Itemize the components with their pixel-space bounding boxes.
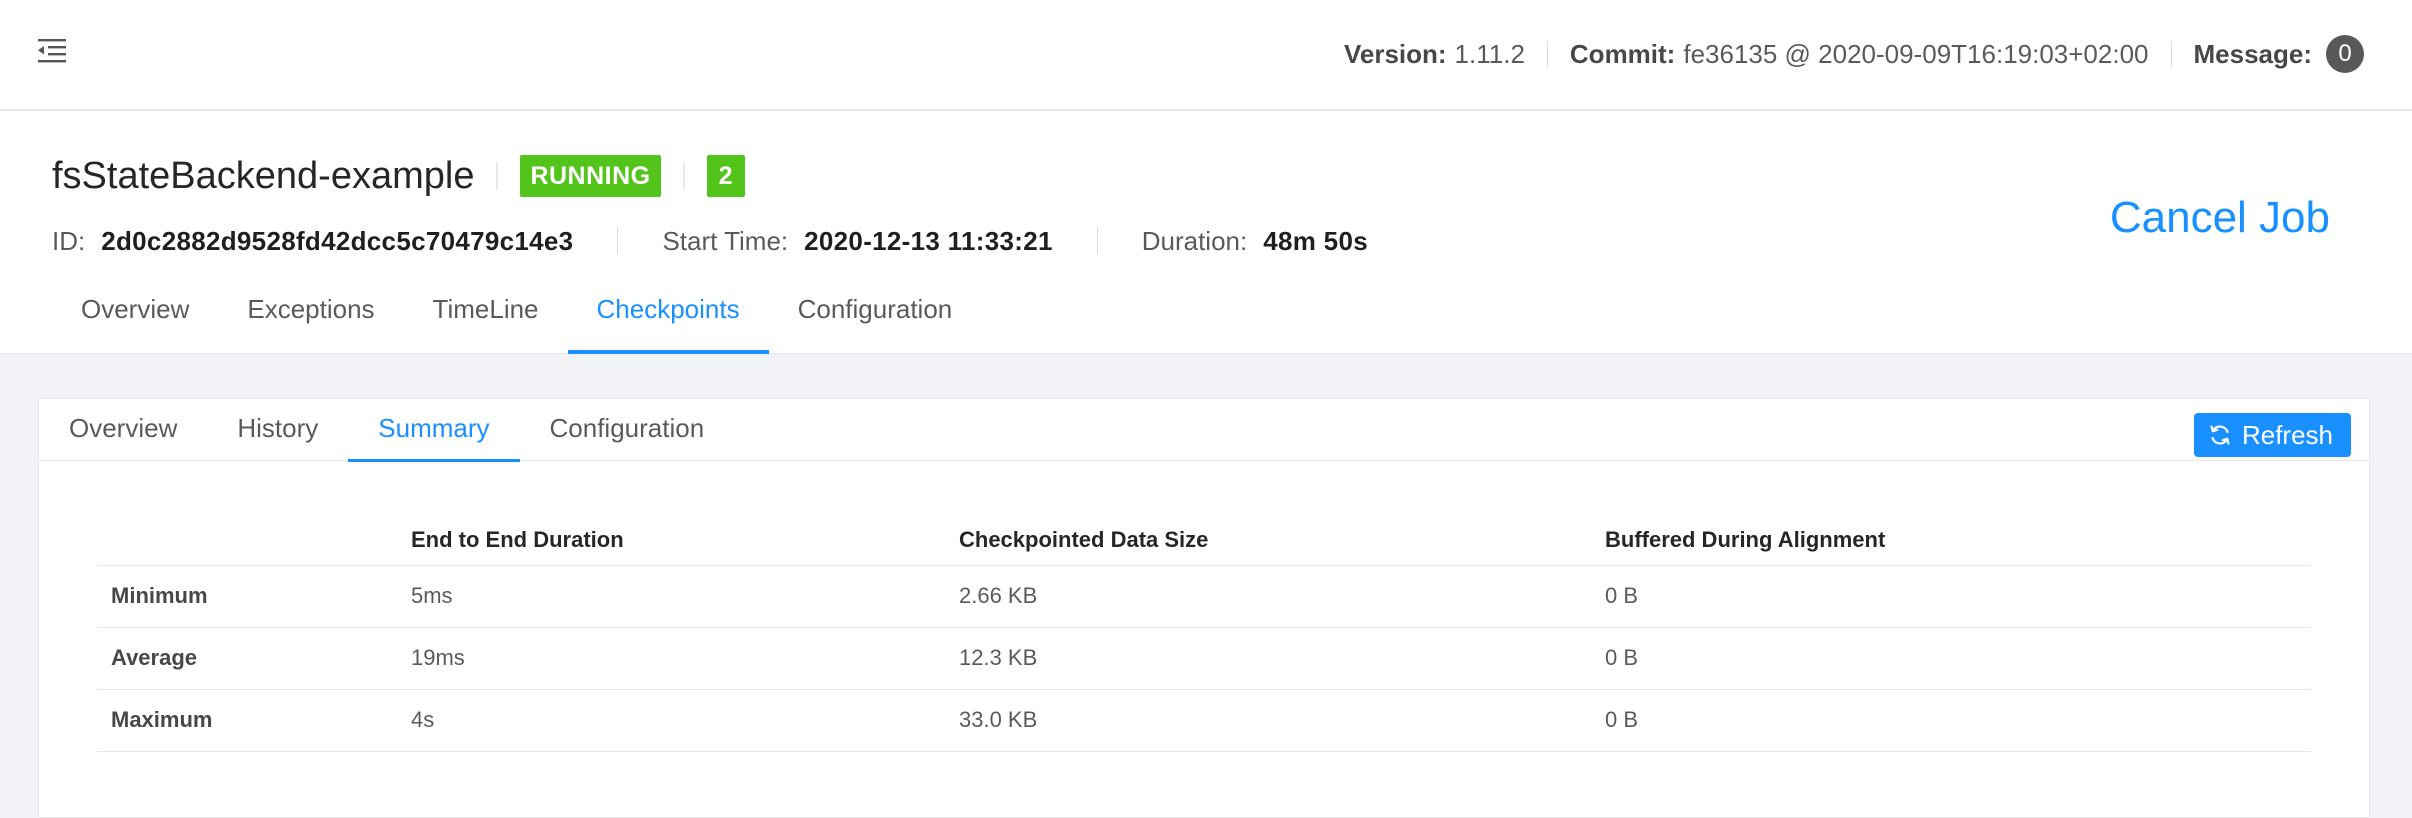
version-info: Version: 1.11.2: [1322, 39, 1547, 70]
start-time-label: Start Time:: [662, 225, 789, 256]
divider: [1096, 228, 1098, 254]
checkpoint-summary-table: End to End Duration Checkpointed Data Si…: [97, 515, 2311, 752]
job-meta: ID: 2d0c2882d9528fd42dcc5c70479c14e3 Sta…: [52, 221, 1368, 261]
checkpoints-card: Overview History Summary Configuration R…: [38, 398, 2370, 818]
subtab-configuration[interactable]: Configuration: [520, 399, 735, 461]
menu-fold-icon[interactable]: [36, 36, 70, 66]
cancel-job-button[interactable]: Cancel Job: [2110, 193, 2330, 243]
row-label: Maximum: [97, 689, 397, 752]
message-count-badge[interactable]: 0: [2326, 35, 2364, 73]
column-header-checkpointed-data-size: Checkpointed Data Size: [945, 515, 1591, 566]
table-row: Average 19ms 12.3 KB 0 B: [97, 627, 2311, 690]
table-cell: 0 B: [1591, 627, 2311, 690]
table-cell: 4s: [397, 689, 945, 752]
subtab-overview[interactable]: Overview: [39, 399, 207, 461]
table-cell: 12.3 KB: [945, 627, 1591, 690]
version-label: Version:: [1343, 38, 1447, 69]
table-cell: 33.0 KB: [945, 689, 1591, 752]
table-header-row: End to End Duration Checkpointed Data Si…: [97, 515, 2311, 566]
message-info[interactable]: Message: 0: [2172, 35, 2393, 73]
commit-label: Commit:: [1569, 38, 1676, 69]
column-header-buffered-during-alignment: Buffered During Alignment: [1591, 515, 2311, 566]
table-cell: 19ms: [397, 627, 945, 690]
cluster-info: Version: 1.11.2 Commit: fe36135 @ 2020-0…: [1322, 34, 2392, 74]
start-time-value: 2020-12-13 11:33:21: [804, 225, 1053, 256]
message-label: Message:: [2193, 38, 2313, 69]
job-id-value: 2d0c2882d9528fd42dcc5c70479c14e3: [101, 225, 574, 256]
tab-overview[interactable]: Overview: [52, 281, 218, 354]
job-tabs: Overview Exceptions TimeLine Checkpoints…: [52, 281, 981, 354]
table-cell: 0 B: [1591, 565, 2311, 628]
version-value: 1.11.2: [1454, 38, 1525, 69]
tab-configuration[interactable]: Configuration: [769, 281, 982, 354]
table-cell: 5ms: [397, 565, 945, 628]
tab-checkpoints[interactable]: Checkpoints: [567, 281, 769, 354]
table-cell: 2.66 KB: [945, 565, 1591, 628]
duration-value: 48m 50s: [1263, 225, 1368, 256]
divider: [682, 162, 685, 190]
commit-info: Commit: fe36135 @ 2020-09-09T16:19:03+02…: [1548, 39, 2171, 70]
refresh-label: Refresh: [2241, 419, 2333, 450]
divider: [617, 228, 619, 254]
checkpoint-tabs: Overview History Summary Configuration: [39, 399, 2369, 462]
table-row: Maximum 4s 33.0 KB 0 B: [97, 689, 2311, 752]
job-title-row: fsStateBackend-example RUNNING 2: [52, 151, 745, 201]
duration-label: Duration:: [1141, 225, 1248, 256]
subtab-summary[interactable]: Summary: [348, 399, 520, 462]
sync-icon: [2210, 425, 2230, 445]
job-name: fsStateBackend-example: [52, 154, 475, 197]
refresh-button[interactable]: Refresh: [2193, 413, 2351, 457]
top-header: Version: 1.11.2 Commit: fe36135 @ 2020-0…: [0, 0, 2412, 110]
row-label: Average: [97, 627, 397, 690]
table-row: Minimum 5ms 2.66 KB 0 B: [97, 565, 2311, 628]
task-count-badge: 2: [706, 155, 745, 197]
row-label: Minimum: [97, 565, 397, 628]
tab-exceptions[interactable]: Exceptions: [218, 281, 403, 354]
job-id-label: ID:: [52, 225, 86, 256]
subtab-history[interactable]: History: [207, 399, 348, 461]
job-status-badge: RUNNING: [520, 155, 661, 197]
job-header: fsStateBackend-example RUNNING 2 ID: 2d0…: [0, 111, 2412, 354]
tab-timeline[interactable]: TimeLine: [404, 281, 568, 354]
column-header-end-to-end-duration: End to End Duration: [397, 515, 945, 566]
divider: [496, 162, 499, 190]
column-header: [97, 515, 397, 566]
commit-value: fe36135 @ 2020-09-09T16:19:03+02:00: [1683, 38, 2149, 69]
table-cell: 0 B: [1591, 689, 2311, 752]
